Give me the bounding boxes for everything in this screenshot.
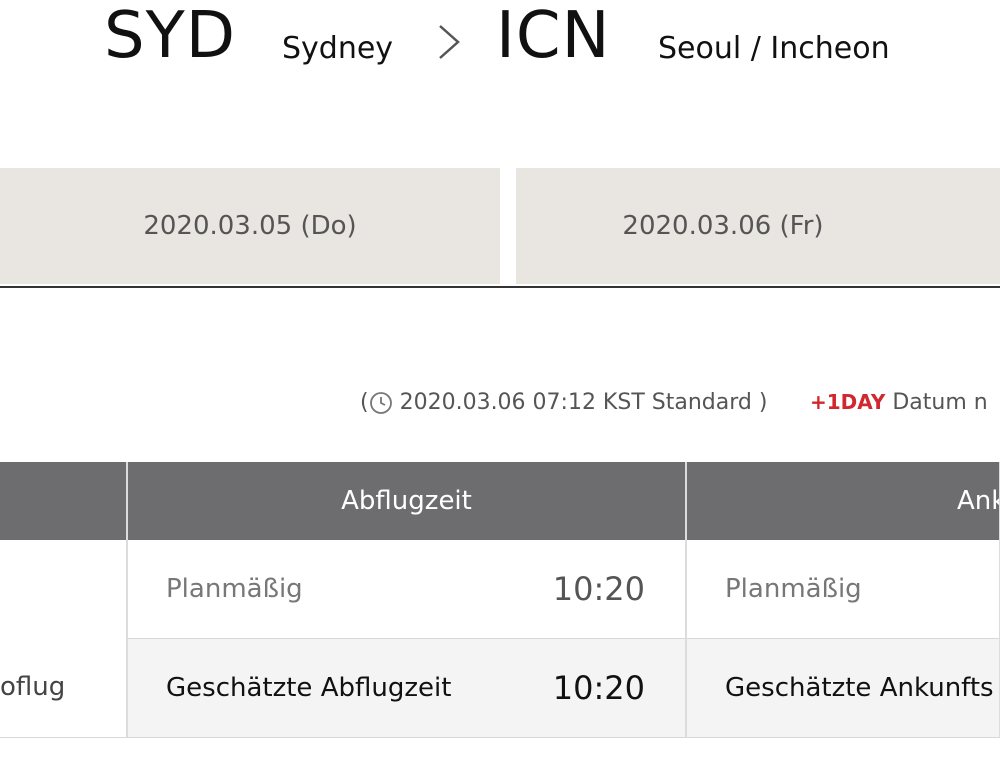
planned-arrival-label: Planmäßig [725, 574, 862, 604]
estimated-departure-cell: Geschätzte Abflugzeit 10:20 [127, 638, 687, 738]
destination-city: Seoul / Incheon [658, 31, 890, 66]
header-row-label [0, 462, 128, 540]
date-tab-prev[interactable]: 2020.03.05 (Do) [0, 168, 500, 284]
table-row: Geschätzte Abflugzeit 10:20 Geschätzte A… [0, 638, 1000, 738]
destination-code: ICN [496, 0, 611, 73]
next-day-text: Datum n [892, 390, 988, 415]
reference-datetime: 2020.03.06 07:12 KST Standard ) [392, 390, 768, 415]
next-day-note: +1DAY Datum n [810, 390, 988, 424]
next-day-badge: +1DAY [810, 390, 886, 414]
estimated-arrival-cell: Geschätzte Ankunfts [686, 638, 1000, 738]
tab-divider [0, 286, 1000, 288]
table-header-row: Abflugzeit Ank [0, 462, 1000, 540]
reference-time: ( 2020.03.06 07:12 KST Standard ) [360, 390, 767, 424]
estimated-arrival-label: Geschätzte Ankunfts [725, 673, 994, 703]
row-group-label: oflug [0, 671, 66, 702]
route-header: SYD Sydney ICN Seoul / Incheon [0, 0, 1000, 110]
header-arrival: Ank [686, 462, 1000, 540]
origin-city: Sydney [282, 31, 394, 66]
planned-departure-time: 10:20 [552, 570, 645, 608]
date-tab-label: 2020.03.06 (Fr) [622, 211, 824, 241]
planned-arrival-cell: Planmäßig [686, 540, 1000, 639]
planned-departure-label: Planmäßig [166, 574, 303, 604]
estimated-departure-time: 10:20 [552, 669, 645, 707]
date-tab-label: 2020.03.05 (Do) [143, 211, 357, 241]
flight-times-table: Abflugzeit Ank oflug Planmäßig 10:20 Pla… [0, 462, 1000, 738]
date-tab-current[interactable]: 2020.03.06 (Fr) [516, 168, 1000, 284]
origin-code: SYD [104, 0, 236, 73]
header-departure: Abflugzeit [127, 462, 687, 540]
clock-icon [369, 392, 392, 414]
table-row: oflug Planmäßig 10:20 Planmäßig [0, 540, 1000, 738]
chevron-right-icon [439, 25, 460, 59]
estimated-departure-label: Geschätzte Abflugzeit [166, 673, 452, 703]
row-group-cell: oflug [0, 540, 128, 738]
open-paren: ( [360, 390, 369, 415]
planned-departure-cell: Planmäßig 10:20 [127, 540, 687, 639]
